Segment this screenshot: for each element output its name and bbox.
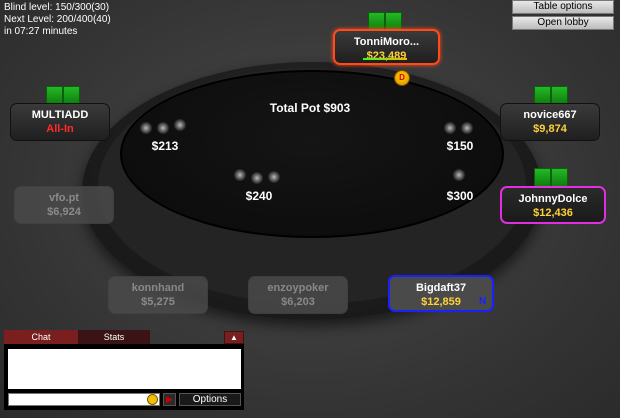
total-pot: Total Pot $903 <box>269 101 351 115</box>
dealer-button: D <box>394 70 410 86</box>
seat-novice667[interactable]: novice667 $9,874 <box>500 103 600 141</box>
card-back <box>534 168 551 188</box>
player-stack: $6,924 <box>47 206 81 218</box>
blind-info: Blind level: 150/300(30) Next Level: 200… <box>4 2 111 38</box>
chip-icon <box>452 168 466 182</box>
player-stack: All-In <box>46 123 74 135</box>
player-name: JohnnyDolce <box>518 193 588 205</box>
bet-amount: $150 <box>446 139 474 153</box>
next-level: Next Level: 200/400(40) <box>4 14 111 25</box>
seat-vfo-pt[interactable]: vfo.pt $6,924 <box>14 186 114 224</box>
blind-level: Blind level: 150/300(30) <box>4 2 110 13</box>
chip-icon <box>250 171 264 185</box>
player-stack: $23,489 <box>366 50 407 62</box>
chip-icon <box>443 121 457 135</box>
player-name: vfo.pt <box>49 192 79 204</box>
player-stack: $5,275 <box>141 296 175 308</box>
seat-tonnimoro[interactable]: TonniMoro... $23,489 <box>333 29 440 65</box>
player-stack: $12,859 <box>421 296 461 308</box>
seat-multiadd[interactable]: MULTIADD All-In <box>10 103 110 141</box>
player-stack: $9,874 <box>533 123 567 135</box>
player-stack: $12,436 <box>533 207 573 219</box>
table-felt <box>120 70 504 238</box>
bet-amount: $300 <box>446 189 474 203</box>
table-options-button[interactable]: Table options <box>512 0 614 14</box>
hole-cards <box>534 168 570 188</box>
send-button[interactable]: ▶ <box>163 393 176 406</box>
chat-log <box>8 349 241 389</box>
seat-johnnydolce[interactable]: JohnnyDolce $12,436 <box>500 186 606 224</box>
tab-stats[interactable]: Stats <box>78 330 150 344</box>
chat-input[interactable] <box>8 393 160 406</box>
seat-konnhand[interactable]: konnhand $5,275 <box>108 276 208 314</box>
chip-icon <box>173 118 187 132</box>
chip-icon <box>460 121 474 135</box>
bet-amount: $240 <box>245 189 273 203</box>
seat-enzoypoker[interactable]: enzoypoker $6,203 <box>248 276 348 314</box>
chat-box: ▶ Options <box>4 344 244 410</box>
player-name: enzoypoker <box>267 282 329 294</box>
chip-icon <box>233 168 247 182</box>
chat-panel: Chat Stats ▲ ▶ Options <box>4 330 244 410</box>
notes-icon[interactable]: N <box>479 296 486 307</box>
player-name: konnhand <box>131 282 185 294</box>
player-stack: $6,203 <box>281 296 315 308</box>
card-back <box>551 168 568 188</box>
chip-icon <box>139 121 153 135</box>
seat-bigdaft37[interactable]: Bigdaft37 $12,859 N <box>388 275 494 312</box>
bet-amount: $213 <box>151 139 179 153</box>
chat-options-button[interactable]: Options <box>179 393 241 406</box>
chip-icon <box>156 121 170 135</box>
collapse-chat-button[interactable]: ▲ <box>224 331 244 344</box>
player-name: MULTIADD <box>31 109 89 121</box>
level-timer: in 07:27 minutes <box>4 26 78 37</box>
tab-chat[interactable]: Chat <box>4 330 78 344</box>
player-name: Bigdaft37 <box>415 282 467 294</box>
player-name: novice667 <box>523 109 577 121</box>
emoji-icon[interactable] <box>147 394 158 405</box>
action-timer-bar <box>363 58 407 60</box>
player-name: TonniMoro... <box>353 36 420 48</box>
chip-icon <box>267 170 281 184</box>
open-lobby-button[interactable]: Open lobby <box>512 16 614 30</box>
